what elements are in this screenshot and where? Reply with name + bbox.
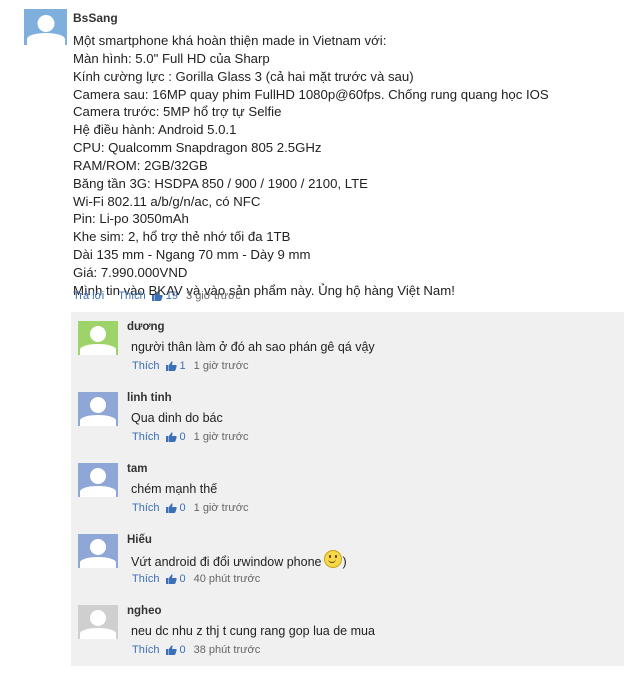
reply-item: tam chém mạnh thế Thích 0 1 giờ trước [71, 454, 624, 525]
content-line: Kính cường lực : Gorilla Glass 3 (cả hai… [73, 68, 414, 84]
main-comment-avatar [24, 9, 67, 45]
like-count: 0 [179, 431, 186, 443]
reply-timestamp: 1 giờ trước [193, 502, 249, 514]
comment-timestamp: 3 giờ trước [186, 290, 241, 302]
content-line: Hệ điều hành: Android 5.0.1 [73, 122, 237, 138]
reply-actions: Thích 1 1 giờ trước [132, 360, 248, 372]
content-line: Pin: Li-po 3050mAh [73, 211, 189, 227]
main-comment-actions: Trả lời Thích 19 3 giờ trước [73, 290, 241, 302]
like-link[interactable]: Thích [132, 502, 160, 514]
content-line: Camera trước: 5MP hổ trợ tự Selfie [73, 104, 282, 120]
user-avatar [78, 534, 118, 568]
thumbs-up-icon[interactable] [151, 291, 163, 301]
content-line: Băng tần 3G: HSDPA 850 / 900 / 1900 / 21… [73, 175, 368, 191]
replies-container: dương người thân làm ở đó ah sao phán gê… [71, 312, 624, 666]
content-line: Khe sim: 2, hổ trợ thẻ nhớ tối đa 1TB [73, 229, 291, 245]
reply-author[interactable]: linh tinh [127, 392, 172, 404]
reply-author[interactable]: ngheo [127, 605, 162, 617]
user-avatar [78, 605, 118, 639]
content-line: Màn hình: 5.0" Full HD của Sharp [73, 50, 270, 66]
content-line: Camera sau: 16MP quay phim FullHD 1080p@… [73, 86, 549, 102]
reply-author[interactable]: tam [127, 463, 147, 475]
like-link[interactable]: Thích [132, 360, 160, 372]
like-count: 0 [179, 573, 186, 585]
reply-timestamp: 1 giờ trước [193, 360, 249, 372]
content-line: Giá: 7.990.000VND [73, 264, 188, 280]
reply-timestamp: 1 giờ trước [193, 431, 249, 443]
reply-item: Hiếu Vứt android đi đổi ưwindow phone ) … [71, 525, 624, 596]
content-line: Dài 135 mm - Ngang 70 mm - Dày 9 mm [73, 247, 311, 263]
reply-item: linh tinh Qua dinh do bác Thích 0 1 giờ … [71, 383, 624, 454]
like-link[interactable]: Thích [132, 431, 160, 443]
reply-author[interactable]: dương [127, 321, 165, 333]
reply-item: ngheo neu dc nhu z thj t cung rang gop l… [71, 596, 624, 667]
reply-actions: Thích 0 40 phút trước [132, 573, 260, 585]
like-count: 19 [165, 290, 179, 302]
reply-author[interactable]: Hiếu [127, 534, 152, 546]
user-avatar [78, 463, 118, 497]
content-line: Wi-Fi 802.11 a/b/g/n/ac, có NFC [73, 193, 261, 209]
reply-text: Qua dinh do bác [131, 411, 223, 425]
thumbs-up-icon[interactable] [165, 361, 177, 371]
reply-timestamp: 40 phút trước [193, 573, 261, 585]
smiley-emoticon-icon [324, 550, 343, 568]
like-link[interactable]: Thích [132, 644, 160, 656]
reply-actions: Thích 0 1 giờ trước [132, 431, 248, 443]
content-line: Một smartphone khá hoàn thiện made in Vi… [73, 33, 387, 48]
main-comment-content: Một smartphone khá hoàn thiện made in Vi… [73, 32, 628, 300]
main-comment-author[interactable]: BsSang [73, 11, 118, 25]
content-line: CPU: Qualcomm Snapdragon 805 2.5GHz [73, 140, 322, 156]
thumbs-up-icon[interactable] [165, 503, 177, 513]
thumbs-up-icon[interactable] [165, 574, 177, 584]
like-link[interactable]: Thích [118, 290, 146, 302]
like-count: 0 [179, 644, 186, 656]
like-count: 0 [179, 502, 186, 514]
content-line: RAM/ROM: 2GB/32GB [73, 157, 208, 173]
like-link[interactable]: Thích [132, 573, 160, 585]
reply-link[interactable]: Trả lời [73, 290, 104, 302]
reply-text: Vứt android đi đổi ưwindow phone ) [131, 550, 347, 571]
reply-item: dương người thân làm ở đó ah sao phán gê… [71, 312, 624, 383]
reply-text: chém mạnh thế [131, 482, 218, 496]
like-count: 1 [179, 360, 186, 372]
user-avatar [78, 321, 118, 355]
reply-actions: Thích 0 1 giờ trước [132, 502, 248, 514]
reply-text: neu dc nhu z thj t cung rang gop lua de … [131, 624, 375, 638]
user-avatar [78, 392, 118, 426]
reply-timestamp: 38 phút trước [193, 644, 261, 656]
thumbs-up-icon[interactable] [165, 432, 177, 442]
reply-actions: Thích 0 38 phút trước [132, 644, 260, 656]
thumbs-up-icon[interactable] [165, 645, 177, 655]
reply-text: người thân làm ở đó ah sao phán gê qá vậ… [131, 340, 375, 354]
